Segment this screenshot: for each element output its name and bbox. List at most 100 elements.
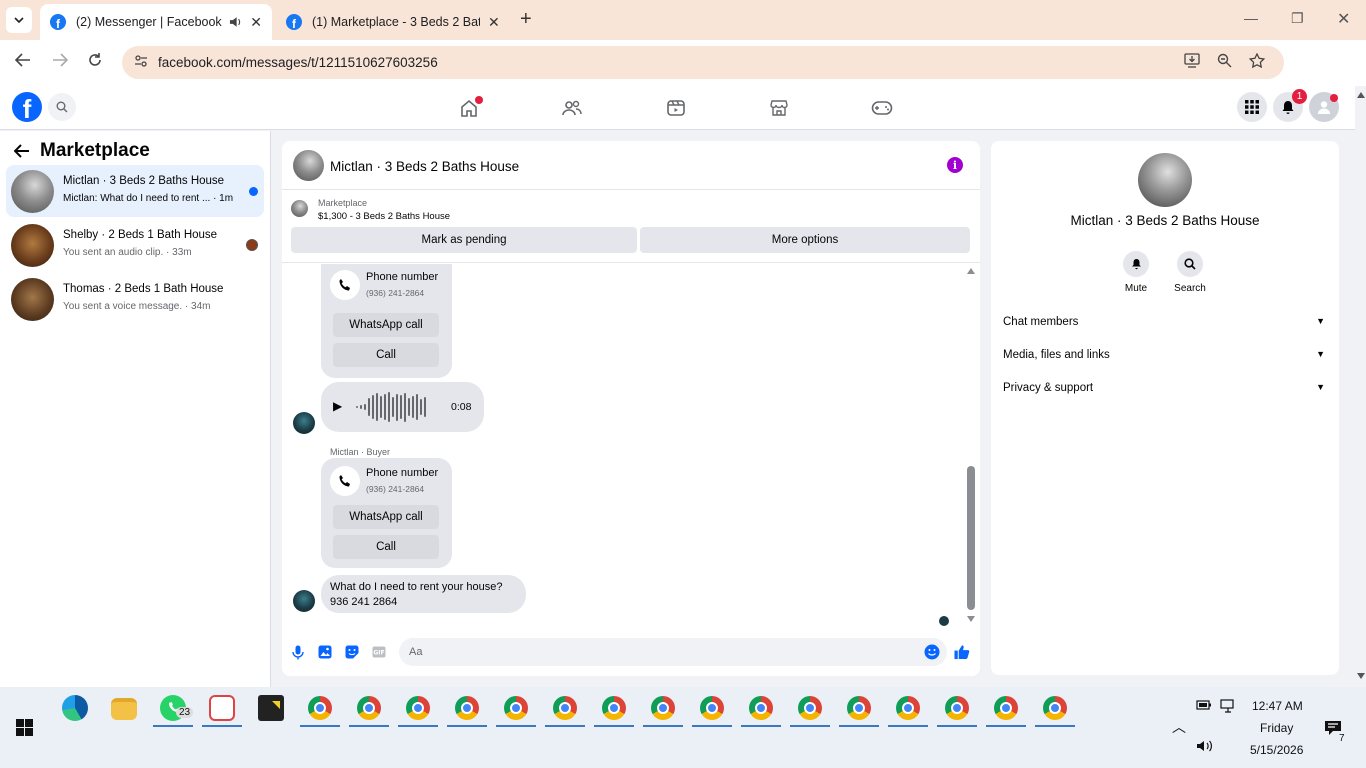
scroll-up-icon[interactable]	[967, 268, 975, 274]
chrome-profile-icon[interactable]	[749, 696, 773, 720]
marketplace-icon[interactable]	[767, 96, 791, 120]
seen-avatar-icon	[939, 616, 949, 626]
back-arrow-icon[interactable]	[14, 144, 30, 158]
speaker-icon[interactable]	[229, 16, 242, 28]
chrome-profile-icon[interactable]	[798, 696, 822, 720]
clock-time[interactable]: 12:47 AM	[1252, 699, 1303, 713]
listing-price-title[interactable]: $1,300 - 3 Beds 2 Baths House	[318, 211, 450, 222]
sender-avatar	[293, 590, 315, 612]
mute-button[interactable]: Mute	[1116, 251, 1156, 294]
volume-icon[interactable]	[1196, 739, 1214, 756]
listing-banner: Marketplace $1,300 - 3 Beds 2 Baths Hous…	[282, 191, 980, 263]
scroll-up-icon[interactable]	[1357, 92, 1365, 98]
tab-messenger[interactable]: f (2) Messenger | Facebook ✕	[40, 4, 272, 40]
chrome-profile-icon[interactable]	[406, 696, 430, 720]
call-button[interactable]: Call	[333, 343, 439, 367]
audio-message[interactable]: ▶ 0:08	[321, 382, 484, 432]
section-privacy-support[interactable]: Privacy & support ▼	[1003, 382, 1329, 402]
page-scrollbar[interactable]	[1355, 86, 1366, 687]
active-app-indicator	[888, 725, 928, 727]
zoom-icon[interactable]	[1217, 53, 1232, 72]
conversation-item[interactable]: Thomas · 2 Beds 1 Bath House You sent a …	[6, 273, 264, 325]
mark-as-pending-button[interactable]: Mark as pending	[291, 227, 637, 253]
whatsapp-call-button[interactable]: WhatsApp call	[333, 313, 439, 337]
whatsapp-call-button[interactable]: WhatsApp call	[333, 505, 439, 529]
chrome-profile-icon[interactable]	[357, 696, 381, 720]
video-icon[interactable]	[664, 96, 688, 120]
microphone-icon[interactable]	[290, 644, 306, 660]
minimize-icon[interactable]: —	[1244, 10, 1258, 26]
chrome-profile-icon[interactable]	[455, 696, 479, 720]
restore-icon[interactable]: ❐	[1291, 10, 1304, 27]
text-message[interactable]: What do I need to rent your house? 936 2…	[321, 575, 526, 613]
phone-number-row: Phone number (936) 241-2864	[330, 466, 446, 502]
chrome-profile-icon[interactable]	[994, 696, 1018, 720]
sender-label: Mictlan · Buyer	[330, 447, 391, 457]
chrome-profile-icon[interactable]	[602, 696, 626, 720]
facebook-search-button[interactable]	[48, 93, 76, 121]
chrome-profile-icon[interactable]	[896, 696, 920, 720]
message-input[interactable]: Aa	[399, 638, 947, 666]
forward-icon[interactable]	[52, 52, 69, 72]
close-window-icon[interactable]: ✕	[1337, 9, 1350, 29]
install-app-icon[interactable]	[1184, 53, 1200, 72]
audio-duration: 0:08	[451, 401, 472, 413]
clock-date[interactable]: 5/15/2026	[1250, 743, 1303, 757]
message-scrollbar[interactable]	[965, 264, 977, 626]
conversation-info-panel: Mictlan · 3 Beds 2 Baths House Mute Sear…	[991, 141, 1339, 675]
friends-icon[interactable]	[560, 96, 584, 120]
clock-day[interactable]: Friday	[1260, 721, 1293, 735]
call-button[interactable]: Call	[333, 535, 439, 559]
windows-start-icon[interactable]	[16, 719, 33, 736]
tab-marketplace[interactable]: f (1) Marketplace - 3 Beds 2 Baths ✕	[276, 4, 510, 40]
bookmark-star-icon[interactable]	[1248, 52, 1266, 72]
facebook-logo-icon[interactable]: f	[12, 92, 42, 122]
chrome-profile-icon[interactable]	[945, 696, 969, 720]
listing-thumbnail[interactable]	[291, 200, 308, 217]
search-conversation-button[interactable]: Search	[1170, 251, 1210, 294]
back-icon[interactable]	[14, 52, 31, 72]
reload-icon[interactable]	[87, 52, 103, 73]
chat-title[interactable]: Mictlan · 3 Beds 2 Baths House	[330, 159, 519, 174]
more-options-button[interactable]: More options	[640, 227, 970, 253]
scroll-thumb[interactable]	[967, 466, 975, 610]
section-media-files-links[interactable]: Media, files and links ▼	[1003, 349, 1329, 369]
chrome-profile-icon[interactable]	[651, 696, 675, 720]
info-avatar[interactable]	[1138, 153, 1192, 207]
gaming-icon[interactable]	[870, 96, 894, 120]
conversation-item[interactable]: Shelby · 2 Beds 1 Bath House You sent an…	[6, 219, 264, 271]
section-chat-members[interactable]: Chat members ▼	[1003, 316, 1329, 336]
edge-icon[interactable]	[62, 695, 88, 721]
chat-avatar[interactable]	[293, 150, 324, 181]
thumbs-up-icon[interactable]	[954, 644, 970, 660]
omnibox[interactable]: facebook.com/messages/t/1211510627603256	[122, 46, 1284, 79]
sticky-notes-icon[interactable]	[258, 695, 284, 721]
show-hidden-icons-chevron-up-icon[interactable]: ︿	[1172, 717, 1186, 737]
close-tab-icon[interactable]: ✕	[250, 14, 262, 31]
chrome-profile-icon[interactable]	[1043, 696, 1067, 720]
site-settings-icon[interactable]	[134, 54, 148, 71]
chrome-profile-icon[interactable]	[504, 696, 528, 720]
network-icon[interactable]	[1220, 699, 1236, 716]
chrome-profile-icon[interactable]	[700, 696, 724, 720]
sticker-icon[interactable]	[344, 644, 360, 660]
scroll-down-icon[interactable]	[1357, 673, 1365, 679]
chrome-profile-icon[interactable]	[847, 696, 871, 720]
play-icon[interactable]: ▶	[333, 399, 342, 413]
photo-icon[interactable]	[317, 644, 333, 660]
gif-icon[interactable]: GIF	[371, 644, 387, 660]
file-explorer-icon[interactable]	[111, 698, 137, 720]
menu-grid-button[interactable]	[1237, 92, 1267, 122]
scroll-down-icon[interactable]	[967, 616, 975, 622]
snipping-tool-icon[interactable]	[209, 695, 235, 721]
battery-icon[interactable]	[1196, 699, 1212, 714]
mute-label: Mute	[1124, 283, 1148, 294]
close-tab-icon[interactable]: ✕	[488, 14, 500, 31]
chrome-profile-icon[interactable]	[553, 696, 577, 720]
info-icon[interactable]: i	[947, 157, 963, 173]
new-tab-icon[interactable]: +	[520, 9, 532, 29]
chrome-profile-icon[interactable]	[308, 696, 332, 720]
tab-search-button[interactable]	[6, 7, 32, 33]
emoji-icon[interactable]	[924, 644, 940, 660]
conversation-item[interactable]: Mictlan · 3 Beds 2 Baths House Mictlan: …	[6, 165, 264, 217]
